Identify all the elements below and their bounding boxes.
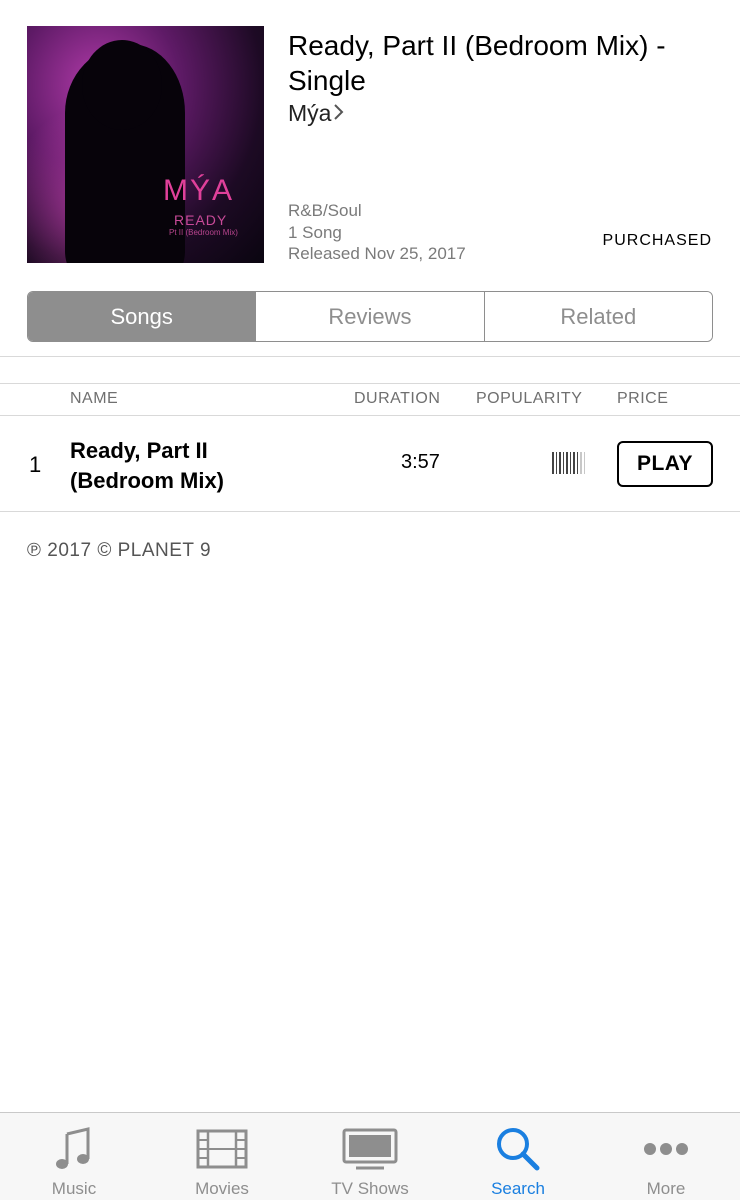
popularity-bar [583,452,585,474]
table-row[interactable]: 1 Ready, Part II (Bedroom Mix) 3:57 PLAY [0,416,740,512]
artwork-subtitle-text: Pt II (Bedroom Mix) [169,228,238,237]
album-header: MÝA READY Pt II (Bedroom Mix) Ready, Par… [0,0,740,280]
divider [0,383,740,384]
chevron-right-icon [333,101,345,127]
popularity-bars [552,452,590,474]
artwork-title-text: READY [174,212,228,228]
album-song-count: 1 Song [288,222,342,242]
divider [0,356,740,357]
search-icon [488,1125,548,1173]
tabbar-item-search[interactable]: Search [444,1113,592,1200]
tabbar-item-music[interactable]: Music [0,1113,148,1200]
column-header-popularity: POPULARITY [476,390,583,407]
table-header: NAME DURATION POPULARITY PRICE [0,390,740,412]
tab-reviews[interactable]: Reviews [256,292,485,341]
play-button[interactable]: PLAY [617,441,713,487]
artwork-silhouette-head [82,40,162,130]
tabbar-label: Search [491,1179,545,1198]
artist-link[interactable]: Mýa [288,100,345,127]
popularity-bar [552,452,554,474]
popularity-bar [573,452,575,474]
tv-icon [340,1125,400,1173]
divider [0,511,740,512]
tabbar-label: Movies [195,1179,249,1198]
track-number: 1 [29,452,42,477]
tab-bar: Music Movies TV Shows Search More [0,1112,740,1200]
film-icon [192,1125,252,1173]
album-meta: R&B/Soul 1 Song Released Nov 25, 2017 [288,200,466,265]
tab-songs[interactable]: Songs [28,292,257,341]
column-header-duration: DURATION [354,390,441,407]
copyright-text: ℗ 2017 © PLANET 9 [27,540,212,561]
popularity-bar [566,452,568,474]
segmented-control: Songs Reviews Related [27,291,713,342]
popularity-bar [569,452,571,474]
popularity-bar [580,452,582,474]
popularity-bar [555,452,557,474]
artist-name: Mýa [288,100,332,126]
popularity-bar [562,452,564,474]
popularity-bar [559,452,561,474]
album-title: Ready, Part II (Bedroom Mix) - Single [288,30,666,96]
track-name: Ready, Part II (Bedroom Mix) [70,438,224,493]
music-note-icon [44,1125,104,1173]
column-header-price: PRICE [617,390,669,407]
tabbar-label: More [646,1179,686,1198]
album-release-date: Released Nov 25, 2017 [288,244,466,263]
tabbar-item-movies[interactable]: Movies [148,1113,296,1200]
tabbar-item-more[interactable]: More [592,1113,740,1200]
artwork-artist-text: MÝA [163,174,235,207]
album-genre: R&B/Soul [288,201,362,220]
purchased-status: PURCHASED [602,232,712,249]
album-artwork: MÝA READY Pt II (Bedroom Mix) [27,26,264,263]
tabbar-label: TV Shows [331,1179,409,1198]
tab-related[interactable]: Related [484,292,712,341]
popularity-bar [576,452,578,474]
track-duration: 3:57 [401,451,440,473]
column-header-name: NAME [70,390,119,407]
more-dots-icon [636,1125,696,1173]
tabbar-item-tv-shows[interactable]: TV Shows [296,1113,444,1200]
tabbar-label: Music [51,1179,97,1198]
